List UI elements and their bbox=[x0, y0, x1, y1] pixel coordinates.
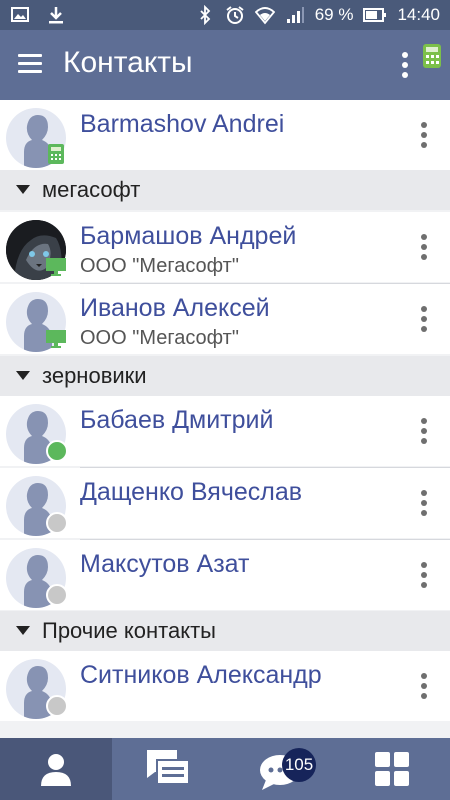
more-vertical-icon[interactable] bbox=[416, 306, 432, 334]
caret-down-icon bbox=[16, 371, 30, 380]
contact-row[interactable]: Бармашов Андрей ООО "Мегасофт" bbox=[0, 212, 450, 282]
offline-status-dot bbox=[46, 584, 68, 606]
messages-icon bbox=[147, 750, 190, 785]
group-header[interactable]: Прочие контакты bbox=[0, 611, 450, 651]
bottom-tab-bar: 105 bbox=[0, 738, 450, 800]
more-vertical-icon[interactable] bbox=[416, 122, 432, 150]
person-icon bbox=[41, 754, 71, 786]
caret-down-icon bbox=[16, 185, 30, 194]
desktop-status-icon bbox=[46, 258, 66, 276]
contact-row[interactable]: Ситников Александр bbox=[0, 651, 450, 721]
online-status-dot bbox=[46, 440, 68, 462]
app-bar: Контакты bbox=[0, 30, 450, 100]
contact-name: Бармашов Андрей bbox=[80, 222, 297, 250]
image-icon bbox=[11, 7, 29, 22]
desktop-status-icon bbox=[46, 330, 66, 348]
download-icon bbox=[49, 7, 63, 24]
contact-name: Иванов Алексей bbox=[80, 294, 270, 322]
contact-list[interactable]: Barmashov Andrei мегасофт Бармашов Андре… bbox=[0, 100, 450, 738]
group-label: мегасофт bbox=[42, 177, 141, 202]
page-title: Контакты bbox=[63, 46, 193, 79]
contact-name: Дащенко Вячеслав bbox=[80, 478, 303, 506]
group-header[interactable]: зерновики bbox=[0, 356, 450, 396]
group-label: Прочие контакты bbox=[42, 618, 216, 643]
contact-name: Бабаев Дмитрий bbox=[80, 406, 274, 434]
contact-name: Максутов Азат bbox=[80, 550, 250, 578]
group-label: зерновики bbox=[42, 363, 147, 388]
more-vertical-icon[interactable] bbox=[416, 673, 432, 701]
unread-count-badge: 105 bbox=[282, 748, 316, 782]
contact-row[interactable]: Максутов Азат bbox=[0, 540, 450, 610]
contacts-tab[interactable] bbox=[0, 738, 112, 800]
status-bar: 69 % 14:40 bbox=[0, 0, 450, 30]
alarm-icon bbox=[226, 6, 244, 24]
hamburger-menu-icon[interactable] bbox=[18, 54, 42, 74]
bluetooth-icon bbox=[200, 5, 210, 25]
caret-down-icon bbox=[16, 626, 30, 635]
contact-row[interactable]: Дащенко Вячеслав bbox=[0, 468, 450, 538]
contact-row[interactable]: Barmashov Andrei bbox=[0, 100, 450, 170]
signal-icon bbox=[286, 7, 304, 23]
contact-row[interactable]: Иванов Алексей ООО "Мегасофт" bbox=[0, 284, 450, 354]
offline-status-dot bbox=[46, 695, 68, 717]
battery-percent: 69 % bbox=[314, 5, 354, 24]
more-vertical-icon[interactable] bbox=[416, 234, 432, 262]
contact-company: ООО "Мегасофт" bbox=[80, 327, 239, 349]
apps-tab[interactable] bbox=[336, 738, 448, 800]
more-vertical-icon[interactable] bbox=[416, 490, 432, 518]
more-vertical-icon[interactable] bbox=[416, 562, 432, 590]
messages-tab[interactable] bbox=[112, 738, 224, 800]
wifi-icon bbox=[254, 7, 275, 25]
more-vertical-icon[interactable] bbox=[398, 52, 412, 80]
contact-name: Ситников Александр bbox=[80, 661, 322, 689]
clock-time: 14:40 bbox=[397, 5, 440, 24]
contact-name: Barmashov Andrei bbox=[80, 110, 285, 138]
more-vertical-icon[interactable] bbox=[416, 418, 432, 446]
chats-tab[interactable] bbox=[224, 738, 336, 800]
offline-status-dot bbox=[46, 512, 68, 534]
battery-icon bbox=[363, 8, 387, 22]
apps-grid-icon bbox=[375, 752, 409, 786]
contact-company: ООО "Мегасофт" bbox=[80, 255, 239, 277]
calculator-icon[interactable] bbox=[423, 44, 441, 68]
mobile-status-icon bbox=[48, 144, 64, 164]
group-header[interactable]: мегасофт bbox=[0, 170, 450, 210]
contact-row[interactable]: Бабаев Дмитрий bbox=[0, 396, 450, 466]
